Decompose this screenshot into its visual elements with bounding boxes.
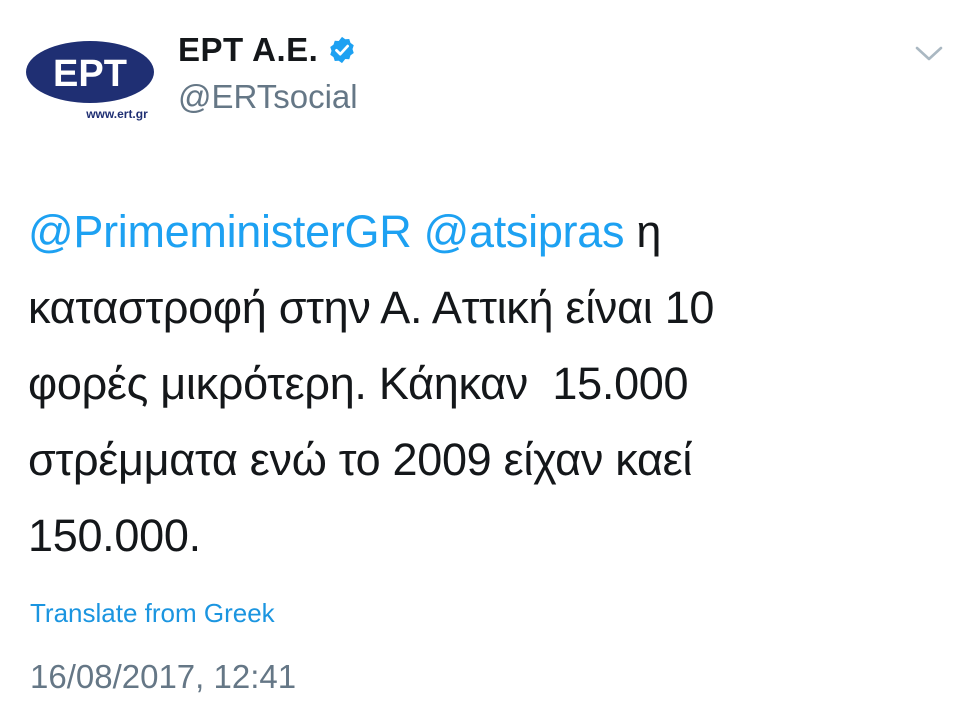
- mention-atsipras[interactable]: @atsipras: [424, 206, 625, 257]
- author-name-row[interactable]: ΕΡΤ Α.Ε.: [178, 28, 357, 72]
- tweet-line-1: @PrimeministerGR @atsipras η: [28, 194, 908, 270]
- tweet-line-3: φορές μικρότερη. Κάηκαν 15.000: [28, 358, 689, 409]
- verified-badge-icon: [327, 35, 357, 65]
- translate-link[interactable]: Translate from Greek: [30, 598, 275, 629]
- tweet-card: ΕΡΤ www.ert.gr ΕΡΤ Α.Ε. @ERTsocial @Prim…: [0, 0, 960, 710]
- mention-primeminister[interactable]: @PrimeministerGR: [28, 206, 412, 257]
- tweet-line-5: 150.000.: [28, 510, 201, 561]
- logo-url-text: www.ert.gr: [85, 107, 148, 121]
- avatar[interactable]: ΕΡΤ www.ert.gr: [22, 38, 162, 126]
- tweet-line-2: καταστροφή στην Α. Αττική είναι 10: [28, 282, 715, 333]
- author-handle[interactable]: @ERTsocial: [178, 78, 358, 116]
- tweet-line-4: στρέμματα ενώ το 2009 είχαν καεί: [28, 434, 693, 485]
- chevron-down-icon[interactable]: [912, 40, 946, 66]
- ert-logo: ΕΡΤ www.ert.gr: [26, 41, 154, 121]
- tweet-text-fragment: η: [624, 206, 662, 257]
- tweet-text: @PrimeministerGR @atsipras η καταστροφή …: [28, 194, 908, 574]
- display-name[interactable]: ΕΡΤ Α.Ε.: [178, 31, 318, 69]
- tweet-timestamp[interactable]: 16/08/2017, 12:41: [30, 658, 296, 696]
- logo-text: ΕΡΤ: [53, 53, 127, 95]
